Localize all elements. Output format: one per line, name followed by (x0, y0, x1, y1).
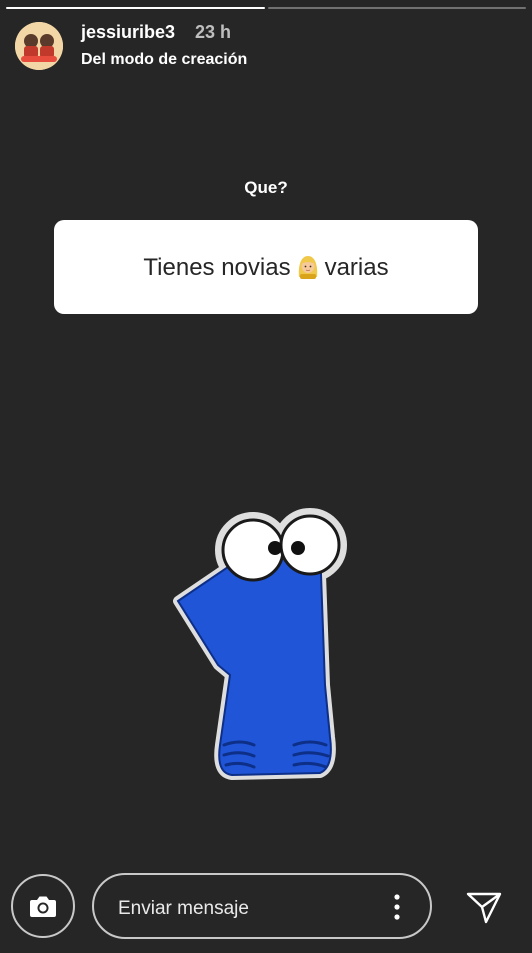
username[interactable]: jessiuribe3 (81, 22, 175, 43)
profile-photo-icon (15, 22, 63, 70)
send-icon (466, 892, 502, 924)
story-source-label[interactable]: Del modo de creación (81, 51, 247, 69)
answer-text-end: varias (324, 254, 389, 281)
camera-button[interactable] (11, 874, 75, 938)
question-label: Que? (244, 178, 288, 197)
message-input[interactable]: Enviar mensaje (92, 873, 432, 939)
question-answer-card: Tienes novias varias (54, 220, 478, 314)
message-placeholder: Enviar mensaje (118, 898, 249, 919)
timestamp: 23 h (195, 22, 232, 42)
avatar[interactable] (15, 22, 63, 70)
progress-segment (267, 7, 526, 9)
number-one-character-sticker (170, 505, 350, 790)
progress-segment (6, 7, 265, 9)
send-button[interactable] (458, 882, 510, 934)
person-with-veil-emoji-icon (295, 253, 321, 286)
number-one-character-icon (173, 508, 347, 780)
story-progress-bar (6, 7, 526, 10)
camera-icon (30, 896, 56, 917)
answer-text-start: Tienes novias (143, 254, 291, 281)
more-vertical-icon[interactable] (394, 893, 400, 921)
